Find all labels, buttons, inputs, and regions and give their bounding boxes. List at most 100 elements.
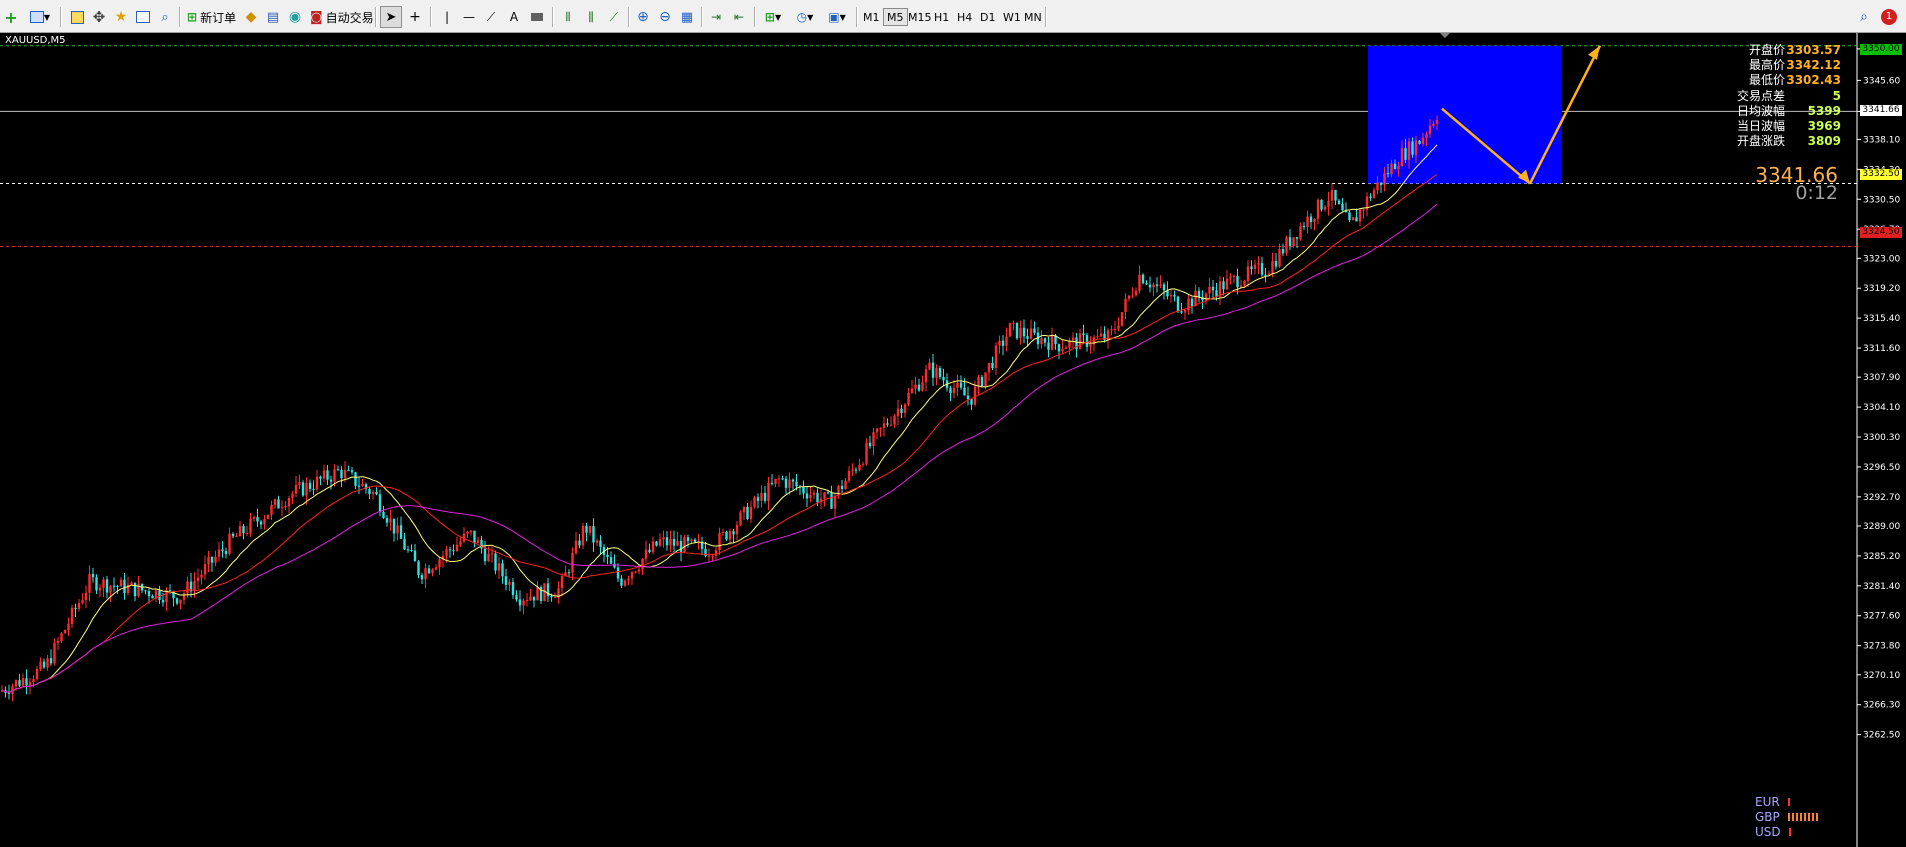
candle-body — [1099, 333, 1103, 337]
search-icon[interactable]: ⌕ — [1853, 6, 1875, 28]
candle-body — [270, 504, 273, 515]
candle-body — [1278, 249, 1281, 267]
candle-body — [466, 531, 469, 534]
candle-body — [49, 658, 53, 664]
auto-trading-button[interactable]: ◙ 自动交易 — [307, 6, 377, 28]
chart-shift-icon[interactable]: ⇤ — [728, 6, 750, 28]
candle-body — [1351, 217, 1355, 221]
candle-body — [175, 598, 179, 604]
candle-body — [1376, 182, 1379, 191]
candle-body — [1369, 196, 1372, 199]
candle-body — [389, 518, 392, 523]
horizontal-line-icon[interactable]: — — [458, 6, 480, 28]
candle-body — [952, 387, 956, 394]
candle-body — [420, 575, 424, 580]
zoom-in-icon[interactable]: ⊕ — [632, 6, 654, 28]
market-watch-icon[interactable] — [66, 6, 88, 28]
candle-body — [770, 482, 774, 484]
text-tool-icon[interactable]: A — [503, 6, 525, 28]
candle-body — [483, 548, 487, 562]
candle-body — [676, 540, 679, 546]
zoom-out-icon[interactable]: ⊖ — [654, 6, 676, 28]
candle-body — [1306, 216, 1309, 228]
strategy-tester-icon[interactable]: ⌕ — [154, 6, 176, 28]
candle-body — [1033, 328, 1036, 333]
candle-body — [1071, 337, 1075, 341]
candle-body — [742, 507, 746, 513]
arrow-up-head — [1588, 45, 1600, 60]
y-tick-label: 3330.50 — [1863, 195, 1900, 205]
favorites-icon[interactable]: ★ — [110, 6, 132, 28]
info-label: 当日波幅 — [1736, 119, 1785, 133]
candle-body — [1432, 123, 1435, 126]
notifications-icon[interactable]: 1 — [1876, 6, 1902, 28]
candle-body — [777, 478, 781, 480]
candle-body — [490, 553, 494, 555]
candle-body — [949, 388, 952, 394]
candle-body — [623, 580, 627, 586]
auto-trading-icon: ◙ — [310, 9, 323, 25]
candle-body — [18, 680, 21, 686]
candle-body — [203, 564, 207, 575]
timeframe-d1[interactable]: D1 — [977, 8, 998, 26]
vertical-line-icon[interactable]: | — [436, 6, 458, 28]
terminal-icon[interactable] — [132, 6, 154, 28]
timeframe-m5[interactable]: M5 — [883, 8, 908, 26]
candle-body — [1418, 140, 1421, 144]
y-tick-label: 3311.60 — [1863, 344, 1900, 354]
candle-body — [791, 479, 795, 482]
candle-body — [553, 597, 557, 599]
candle-body — [1005, 336, 1008, 346]
candle-body — [735, 524, 739, 535]
autoscroll-icon[interactable]: ⇥ — [705, 6, 727, 28]
timeframe-h4[interactable]: H4 — [954, 8, 975, 26]
market-icon[interactable]: ◉ — [284, 6, 306, 28]
cursor-icon[interactable]: ➤ — [380, 6, 402, 28]
candle-body — [644, 549, 648, 559]
candle-body — [977, 376, 980, 387]
candle-body — [585, 525, 588, 533]
label-tool-icon[interactable] — [526, 6, 548, 28]
price-chart[interactable]: 3349.603345.603341.663338.103334.303330.… — [0, 33, 1906, 847]
timeframe-mn[interactable]: MN — [1021, 8, 1045, 26]
navigator-icon[interactable]: ✥ — [88, 6, 110, 28]
candle-body — [354, 472, 357, 486]
templates-icon[interactable]: ▣ ▼ — [822, 6, 852, 28]
metaeditor-icon[interactable]: ◆ — [240, 6, 262, 28]
candle-body — [616, 567, 620, 579]
candlestick-icon[interactable]: ⫼ — [580, 6, 602, 28]
tile-windows-icon[interactable]: ▦ — [676, 6, 698, 28]
candle-body — [102, 579, 105, 588]
chart-canvas[interactable]: 3349.603345.603341.663338.103334.303330.… — [0, 33, 1906, 847]
bar-chart-icon[interactable]: ⫴ — [557, 6, 579, 28]
profiles-icon[interactable]: ▼ — [24, 6, 56, 28]
candle-body — [550, 596, 553, 598]
strength-bar — [1788, 828, 1792, 836]
candle-body — [1008, 323, 1012, 337]
candle-body — [322, 470, 326, 479]
line-chart-icon[interactable]: ⟋ — [603, 6, 625, 28]
candle-body — [56, 640, 60, 643]
indicators-icon[interactable]: ⊞ ▼ — [758, 6, 788, 28]
new-order-button[interactable]: ⊞ 新订单 — [184, 6, 239, 28]
candle-body — [1288, 237, 1292, 246]
candle-body — [469, 530, 473, 532]
periods-icon[interactable]: ◷ ▼ — [790, 6, 820, 28]
candle-body — [938, 368, 942, 378]
crosshair-icon[interactable]: + — [404, 6, 426, 28]
currency-name: GBP — [1755, 810, 1780, 824]
main-toolbar: + ▼ ✥ ★ ⌕ ⊞ 新订单 ◆ ▤ ◉ ◙ 自动交易 ➤ + | — ⟋ A… — [0, 0, 1906, 33]
candle-body — [574, 540, 578, 554]
candle-body — [1341, 204, 1344, 211]
signals-icon[interactable]: ▤ — [262, 6, 284, 28]
candle-body — [599, 540, 602, 547]
candle-body — [1040, 338, 1043, 345]
trendline-icon[interactable]: ⟋ — [480, 6, 502, 28]
candle-body — [294, 484, 298, 494]
timeframe-h1[interactable]: H1 — [931, 8, 952, 26]
new-chart-icon[interactable]: + — [0, 6, 22, 28]
timeframe-m1[interactable]: M1 — [860, 8, 883, 26]
candle-body — [903, 404, 907, 413]
candle-body — [690, 539, 693, 542]
y-tick-label: 3338.10 — [1863, 135, 1900, 145]
